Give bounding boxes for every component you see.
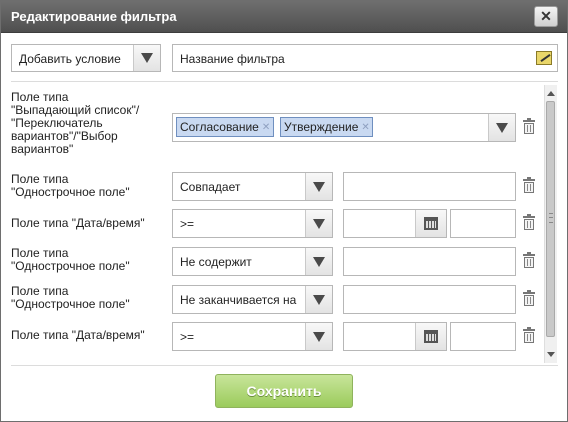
time-input[interactable] <box>450 322 516 351</box>
tag-label: Утверждение <box>284 120 358 134</box>
trash-icon[interactable] <box>523 179 535 193</box>
chevron-down-icon[interactable] <box>488 114 515 141</box>
divider <box>11 365 558 366</box>
operator-select[interactable]: Не заканчивается на <box>172 285 333 314</box>
filter-name-field[interactable]: Название фильтра <box>172 44 558 72</box>
operator-value: >= <box>180 217 194 231</box>
dialog-titlebar: Редактирование фильтра ✕ <box>1 1 567 33</box>
condition-label-3: Поле типа "Дата/время" <box>11 217 145 230</box>
multiselect-field[interactable]: Согласование ✕ Утверждение ✕ <box>172 113 516 142</box>
condition-label-5: Поле типа "Однострочное поле" <box>11 285 130 311</box>
chevron-down-icon[interactable] <box>305 173 332 200</box>
condition-label-4: Поле типа "Однострочное поле" <box>11 247 130 273</box>
operator-value: Не заканчивается на <box>180 293 308 307</box>
date-input[interactable] <box>343 209 447 238</box>
condition-label-1: Поле типа "Выпадающий список"/ "Переключ… <box>11 91 139 156</box>
trash-icon[interactable] <box>523 120 535 134</box>
chevron-down-icon[interactable] <box>305 323 332 350</box>
scroll-thumb[interactable] <box>546 101 555 337</box>
operator-select[interactable]: Совпадает <box>172 172 333 201</box>
filter-dialog: Редактирование фильтра ✕ Добавить услови… <box>0 0 568 422</box>
value-input[interactable] <box>343 172 516 201</box>
pencil-icon[interactable] <box>536 51 552 65</box>
trash-icon[interactable] <box>523 292 535 306</box>
value-input[interactable] <box>343 247 516 276</box>
date-input[interactable] <box>343 322 447 351</box>
chevron-down-icon[interactable] <box>305 286 332 313</box>
operator-value: Совпадает <box>180 180 240 194</box>
operator-select[interactable]: Не содержит <box>172 247 333 276</box>
calendar-button[interactable] <box>415 210 446 237</box>
condition-label-2: Поле типа "Однострочное поле" <box>11 173 130 199</box>
tag-label: Согласование <box>180 120 259 134</box>
trash-icon[interactable] <box>523 216 535 230</box>
save-button[interactable]: Сохранить <box>215 374 353 408</box>
chevron-down-icon[interactable] <box>305 210 332 237</box>
trash-icon[interactable] <box>523 254 535 268</box>
divider <box>11 81 558 82</box>
dialog-title: Редактирование фильтра <box>11 9 177 24</box>
trash-icon[interactable] <box>523 329 535 343</box>
scroll-up-icon[interactable] <box>547 91 555 96</box>
remove-tag-icon[interactable]: ✕ <box>262 123 271 132</box>
selected-tag[interactable]: Утверждение ✕ <box>280 117 373 137</box>
add-condition-dropdown[interactable]: Добавить условие <box>11 44 161 72</box>
value-input[interactable] <box>343 285 516 314</box>
scroll-down-icon[interactable] <box>547 352 555 357</box>
chevron-down-icon[interactable] <box>305 248 332 275</box>
close-button[interactable]: ✕ <box>534 6 558 27</box>
grip-icon <box>549 213 553 223</box>
chevron-down-icon[interactable] <box>133 45 160 71</box>
operator-select[interactable]: >= <box>172 322 333 351</box>
filter-name-text: Название фильтра <box>180 52 285 66</box>
vertical-scrollbar[interactable] <box>544 85 557 363</box>
add-condition-label: Добавить условие <box>19 52 121 66</box>
calendar-button[interactable] <box>415 323 446 350</box>
remove-tag-icon[interactable]: ✕ <box>361 123 370 132</box>
calendar-icon <box>424 330 438 343</box>
calendar-icon <box>424 217 438 230</box>
time-input[interactable] <box>450 209 516 238</box>
selected-tag[interactable]: Согласование ✕ <box>176 117 274 137</box>
operator-value: Не содержит <box>180 255 252 269</box>
operator-value: >= <box>180 330 194 344</box>
operator-select[interactable]: >= <box>172 209 333 238</box>
condition-label-6: Поле типа "Дата/время" <box>11 329 145 342</box>
